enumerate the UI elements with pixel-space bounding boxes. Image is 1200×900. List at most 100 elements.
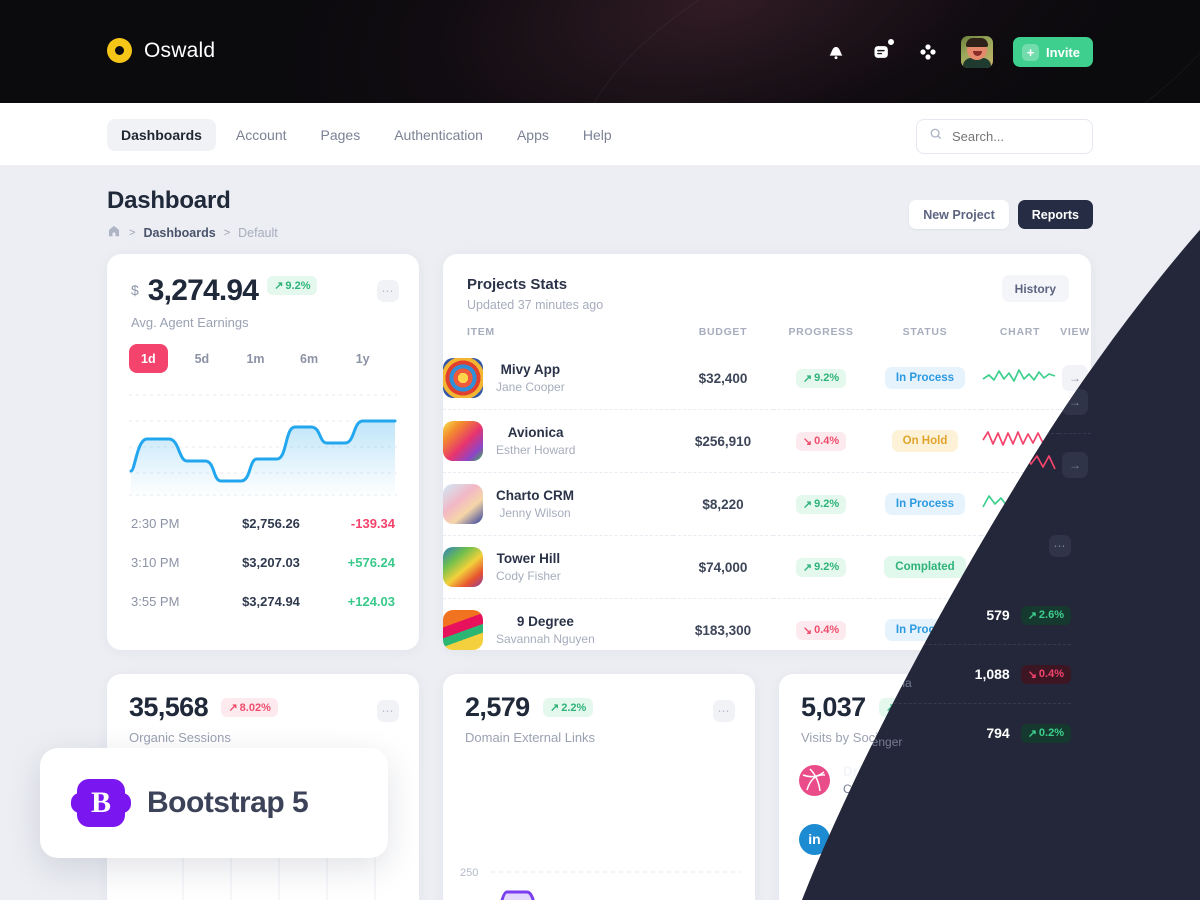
nav-item-account[interactable]: Account bbox=[222, 119, 301, 151]
list-item[interactable]: Dribbble Community 579 ↗ 2.6% bbox=[799, 751, 1071, 809]
range-1m[interactable]: 1m bbox=[236, 344, 275, 373]
sparkline-chart bbox=[982, 368, 1056, 382]
earnings-more-icon[interactable]: ⋯ bbox=[377, 280, 399, 302]
range-1y[interactable]: 1y bbox=[343, 344, 382, 373]
row-delta: +124.03 bbox=[347, 594, 395, 609]
avatar[interactable] bbox=[961, 36, 994, 68]
cell-item: Mivy App Jane Cooper bbox=[443, 347, 673, 410]
project-person: Jane Cooper bbox=[496, 380, 565, 394]
view-arrow-button[interactable]: → bbox=[1062, 554, 1088, 580]
arrow-up-icon: ↗ bbox=[802, 498, 813, 511]
currency-symbol: $ bbox=[131, 282, 139, 298]
search-input[interactable] bbox=[952, 129, 1072, 144]
view-arrow-button[interactable]: → bbox=[1062, 365, 1088, 391]
cell-progress: ↗ 9.2% bbox=[773, 472, 869, 536]
social-sub: Social Media bbox=[843, 841, 912, 855]
col-chart: CHART bbox=[999, 326, 1041, 338]
share-icon[interactable] bbox=[915, 39, 941, 65]
arrow-up-icon: ↗ bbox=[228, 702, 238, 714]
social-delta: 0.2% bbox=[1038, 892, 1064, 900]
social-name: Dribbble bbox=[843, 764, 898, 779]
cell-item: Tower Hill Cody Fisher bbox=[443, 535, 673, 599]
view-arrow-button[interactable]: → bbox=[1062, 617, 1088, 643]
view-arrow-button[interactable]: → bbox=[1062, 491, 1088, 517]
status-badge: Complated bbox=[884, 556, 966, 578]
history-button[interactable]: History bbox=[1001, 275, 1069, 302]
invite-label: Invite bbox=[1046, 44, 1080, 60]
top-bar: Oswald + Invite bbox=[0, 0, 1200, 103]
range-5d[interactable]: 5d bbox=[183, 344, 222, 373]
nav-item-pages[interactable]: Pages bbox=[307, 119, 375, 151]
cell-item: Avionica Esther Howard bbox=[443, 409, 673, 473]
nav-item-help[interactable]: Help bbox=[569, 119, 626, 151]
domain-stat: 2,579 ↗ 2.2% Domain External Links ⋯ bbox=[443, 674, 755, 745]
social-delta-badge: ↗ 0.2% bbox=[1020, 888, 1071, 900]
cell-chart bbox=[981, 598, 1059, 661]
range-6m[interactable]: 6m bbox=[290, 344, 329, 373]
new-project-button[interactable]: New Project bbox=[909, 200, 1009, 229]
list-item[interactable]: in Linked In Social Media 1,088 ↘ 0.4% bbox=[799, 809, 1071, 868]
project-thumbnail-icon bbox=[443, 547, 483, 587]
brand-logo-group[interactable]: Oswald bbox=[107, 38, 215, 63]
row-delta: +576.24 bbox=[347, 555, 395, 570]
table-header-row: ITEM BUDGET PROGRESS STATUS CHART VIEW bbox=[443, 326, 1091, 347]
arrow-up-icon: ↗ bbox=[550, 702, 560, 714]
arrow-up-icon: ↗ bbox=[886, 702, 896, 714]
cell-status: On Hold bbox=[869, 409, 981, 473]
list-item[interactable]: Slack Messenger 794 ↗ 0.2% bbox=[799, 868, 1071, 900]
home-icon[interactable] bbox=[107, 224, 121, 241]
range-tabs: 1d 5d 1m 6m 1y bbox=[107, 330, 419, 373]
bootstrap-badge: B Bootstrap 5 bbox=[40, 748, 388, 858]
plus-icon: + bbox=[1022, 43, 1040, 61]
projects-subtitle: Updated 37 minutes ago bbox=[467, 298, 604, 312]
progress-badge: ↘ 0.4% bbox=[795, 620, 847, 640]
domain-more-icon[interactable]: ⋯ bbox=[713, 700, 735, 722]
slack-icon bbox=[799, 883, 830, 900]
search-box[interactable] bbox=[916, 119, 1093, 154]
cell-status: In Process bbox=[869, 598, 981, 661]
row-time: 3:10 PM bbox=[131, 555, 180, 570]
cell-budget: $256,910 bbox=[673, 409, 773, 473]
cell-view: → bbox=[1059, 347, 1091, 410]
cell-budget: $32,400 bbox=[698, 370, 748, 386]
bell-icon[interactable] bbox=[823, 39, 849, 65]
arrow-up-icon: ↗ bbox=[1027, 892, 1037, 900]
bootstrap-badge-text: Bootstrap 5 bbox=[147, 786, 309, 819]
table-row[interactable]: Mivy App Jane Cooper $32,400 ↗ 9.2% bbox=[443, 347, 1091, 410]
progress-value: 9.2% bbox=[814, 561, 840, 573]
cell-status: In Process bbox=[869, 347, 981, 410]
table-row[interactable]: Tower Hill Cody Fisher $74,000 ↗ 9.2% bbox=[443, 535, 1091, 599]
page-head: Dashboard > Dashboards > Default bbox=[107, 187, 278, 241]
arrow-up-icon: ↗ bbox=[802, 372, 813, 385]
social-delta: 2.2% bbox=[897, 701, 923, 714]
view-arrow-button[interactable]: → bbox=[1062, 428, 1088, 454]
col-item: ITEM bbox=[467, 326, 495, 338]
nav-item-dashboards[interactable]: Dashboards bbox=[107, 119, 216, 151]
table-row[interactable]: 9 Degree Savannah Nguyen $183,300 ↘ 0.4% bbox=[443, 598, 1091, 661]
social-delta: 0.4% bbox=[1038, 833, 1064, 845]
message-icon[interactable] bbox=[869, 39, 895, 65]
breadcrumb-dashboards[interactable]: Dashboards bbox=[143, 226, 215, 240]
table-row: 3:55 PM $3,274.94 +124.03 bbox=[131, 582, 395, 621]
project-thumbnail-icon bbox=[443, 484, 483, 524]
oswald-ring-icon bbox=[107, 38, 132, 63]
row-value: $2,756.26 bbox=[242, 516, 300, 531]
invite-button[interactable]: + Invite bbox=[1013, 37, 1093, 67]
reports-button[interactable]: Reports bbox=[1017, 200, 1093, 229]
table-row[interactable]: Avionica Esther Howard $256,910 ↘ 0.4% bbox=[443, 409, 1091, 473]
cell-item: 9 Degree Savannah Nguyen bbox=[443, 598, 673, 661]
social-more-icon[interactable]: ⋯ bbox=[1049, 700, 1071, 722]
organic-value: 35,568 bbox=[129, 692, 209, 722]
social-name: Linked In bbox=[843, 823, 903, 838]
projects-table: ITEM BUDGET PROGRESS STATUS CHART VIEW M… bbox=[443, 326, 1091, 661]
row-time: 2:30 PM bbox=[131, 516, 180, 531]
bootstrap-logo-icon: B bbox=[71, 779, 131, 827]
range-1d[interactable]: 1d bbox=[129, 344, 168, 373]
social-sub: Community bbox=[843, 782, 904, 796]
cell-view: → bbox=[1059, 472, 1091, 536]
organic-more-icon[interactable]: ⋯ bbox=[377, 700, 399, 722]
nav-item-authentication[interactable]: Authentication bbox=[380, 119, 497, 151]
social-delta-badge: ↗ 2.2% bbox=[879, 698, 930, 717]
nav-item-apps[interactable]: Apps bbox=[503, 119, 563, 151]
table-row[interactable]: Charto CRM Jenny Wilson $8,220 ↗ 9.2% bbox=[443, 472, 1091, 536]
